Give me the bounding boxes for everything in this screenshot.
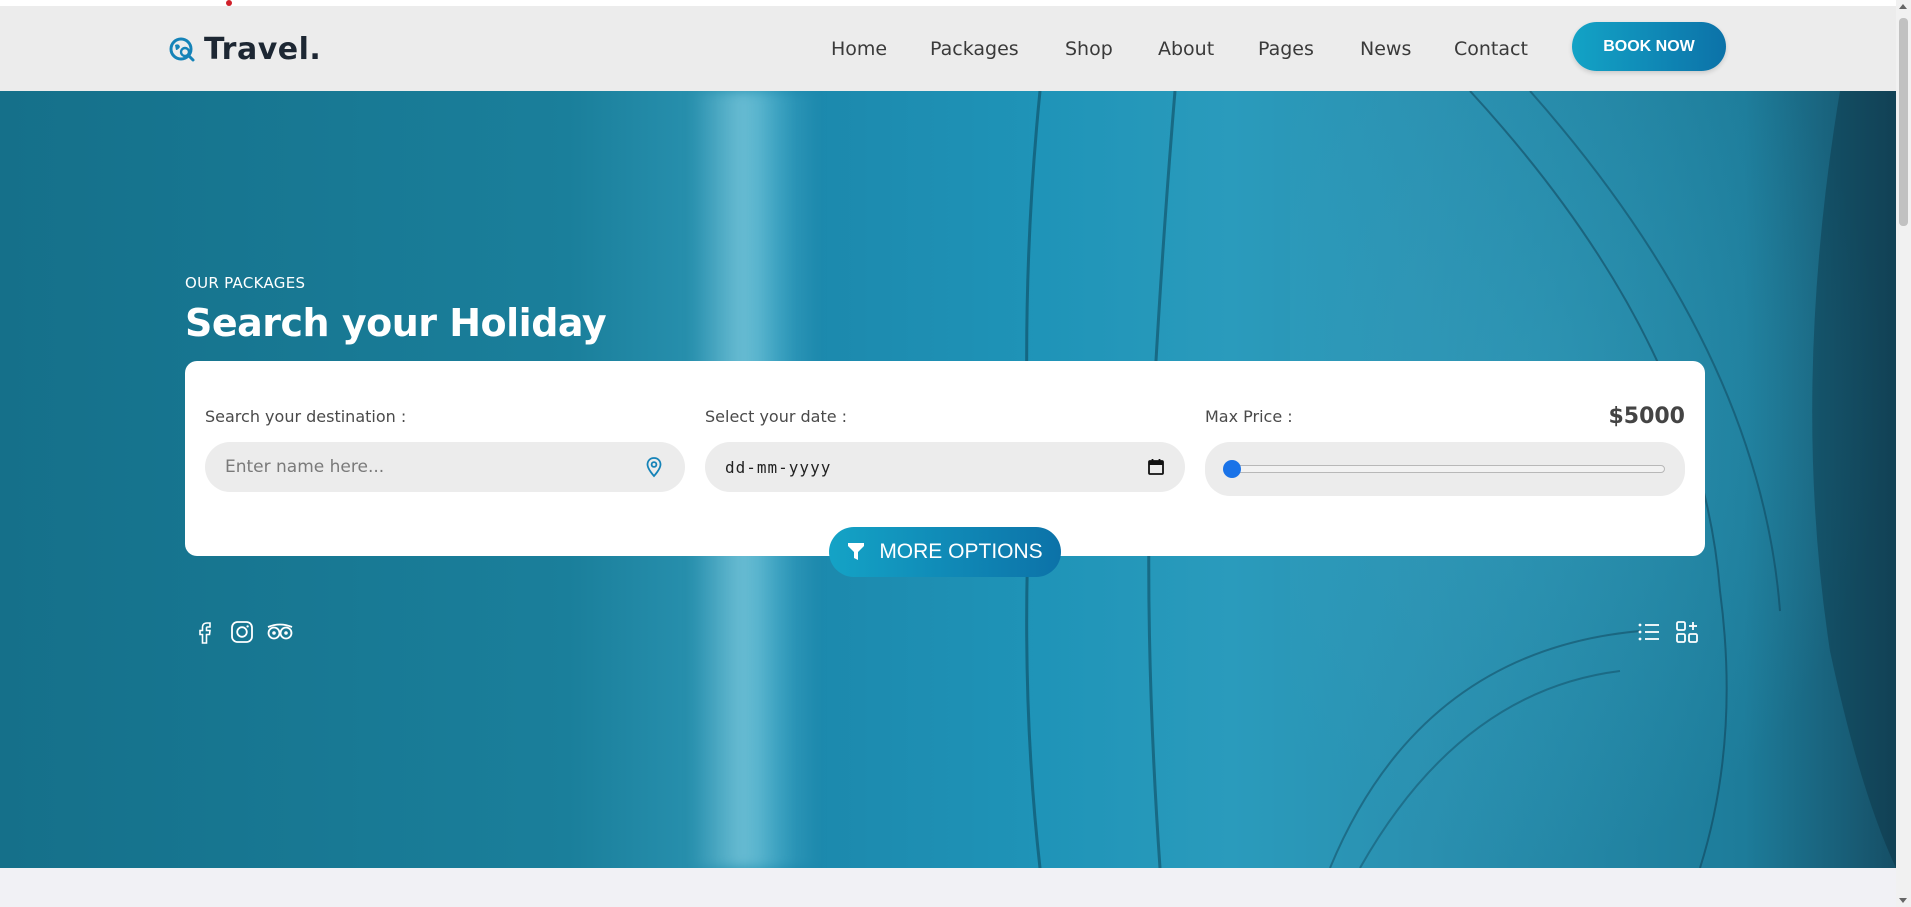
scroll-up-arrow-icon[interactable] (1899, 4, 1907, 9)
grid-view-icon[interactable] (1674, 619, 1700, 645)
hero-title-prefix: Search your (185, 301, 437, 345)
more-options-button[interactable]: MORE OPTIONS (829, 527, 1061, 577)
hero-title: Search your Holiday (185, 301, 607, 345)
price-value: $5000 (1608, 404, 1685, 429)
page-scrollbar[interactable] (1896, 0, 1911, 907)
scroll-thumb[interactable] (1899, 18, 1908, 226)
slider-track[interactable] (1233, 465, 1665, 473)
nav-shop[interactable]: Shop (1065, 38, 1113, 60)
site-header: Travel. Home Packages Shop About Pages N… (0, 6, 1896, 91)
hero-subtitle: OUR PACKAGES (185, 274, 306, 292)
location-pin-icon (643, 456, 665, 478)
slider-thumb[interactable] (1223, 460, 1241, 478)
date-input[interactable]: dd-mm-yyyy (705, 442, 1185, 492)
book-now-button[interactable]: BOOK NOW (1572, 22, 1726, 71)
nav-news[interactable]: News (1360, 38, 1411, 60)
price-slider[interactable] (1205, 442, 1685, 496)
nav-packages[interactable]: Packages (930, 38, 1019, 60)
price-label: Max Price : (1205, 407, 1293, 426)
calendar-icon[interactable] (1147, 458, 1165, 476)
nav-about[interactable]: About (1158, 38, 1214, 60)
destination-label: Search your destination : (205, 407, 407, 426)
hero-title-highlight: Holiday (449, 301, 607, 345)
date-label: Select your date : (705, 407, 848, 426)
instagram-icon[interactable] (229, 619, 255, 645)
tripadvisor-icon[interactable] (266, 619, 293, 645)
more-options-label: MORE OPTIONS (879, 540, 1043, 563)
filter-icon (848, 543, 865, 560)
nav-home[interactable]: Home (831, 38, 887, 60)
facebook-icon[interactable] (192, 619, 218, 645)
date-value: dd-mm-yyyy (725, 458, 832, 477)
nav-pages[interactable]: Pages (1258, 38, 1314, 60)
scroll-down-arrow-icon[interactable] (1899, 898, 1907, 903)
nav-contact[interactable]: Contact (1454, 38, 1528, 60)
destination-input[interactable]: Enter name here... (205, 442, 685, 492)
list-view-icon[interactable] (1636, 619, 1662, 645)
destination-placeholder: Enter name here... (225, 457, 385, 477)
